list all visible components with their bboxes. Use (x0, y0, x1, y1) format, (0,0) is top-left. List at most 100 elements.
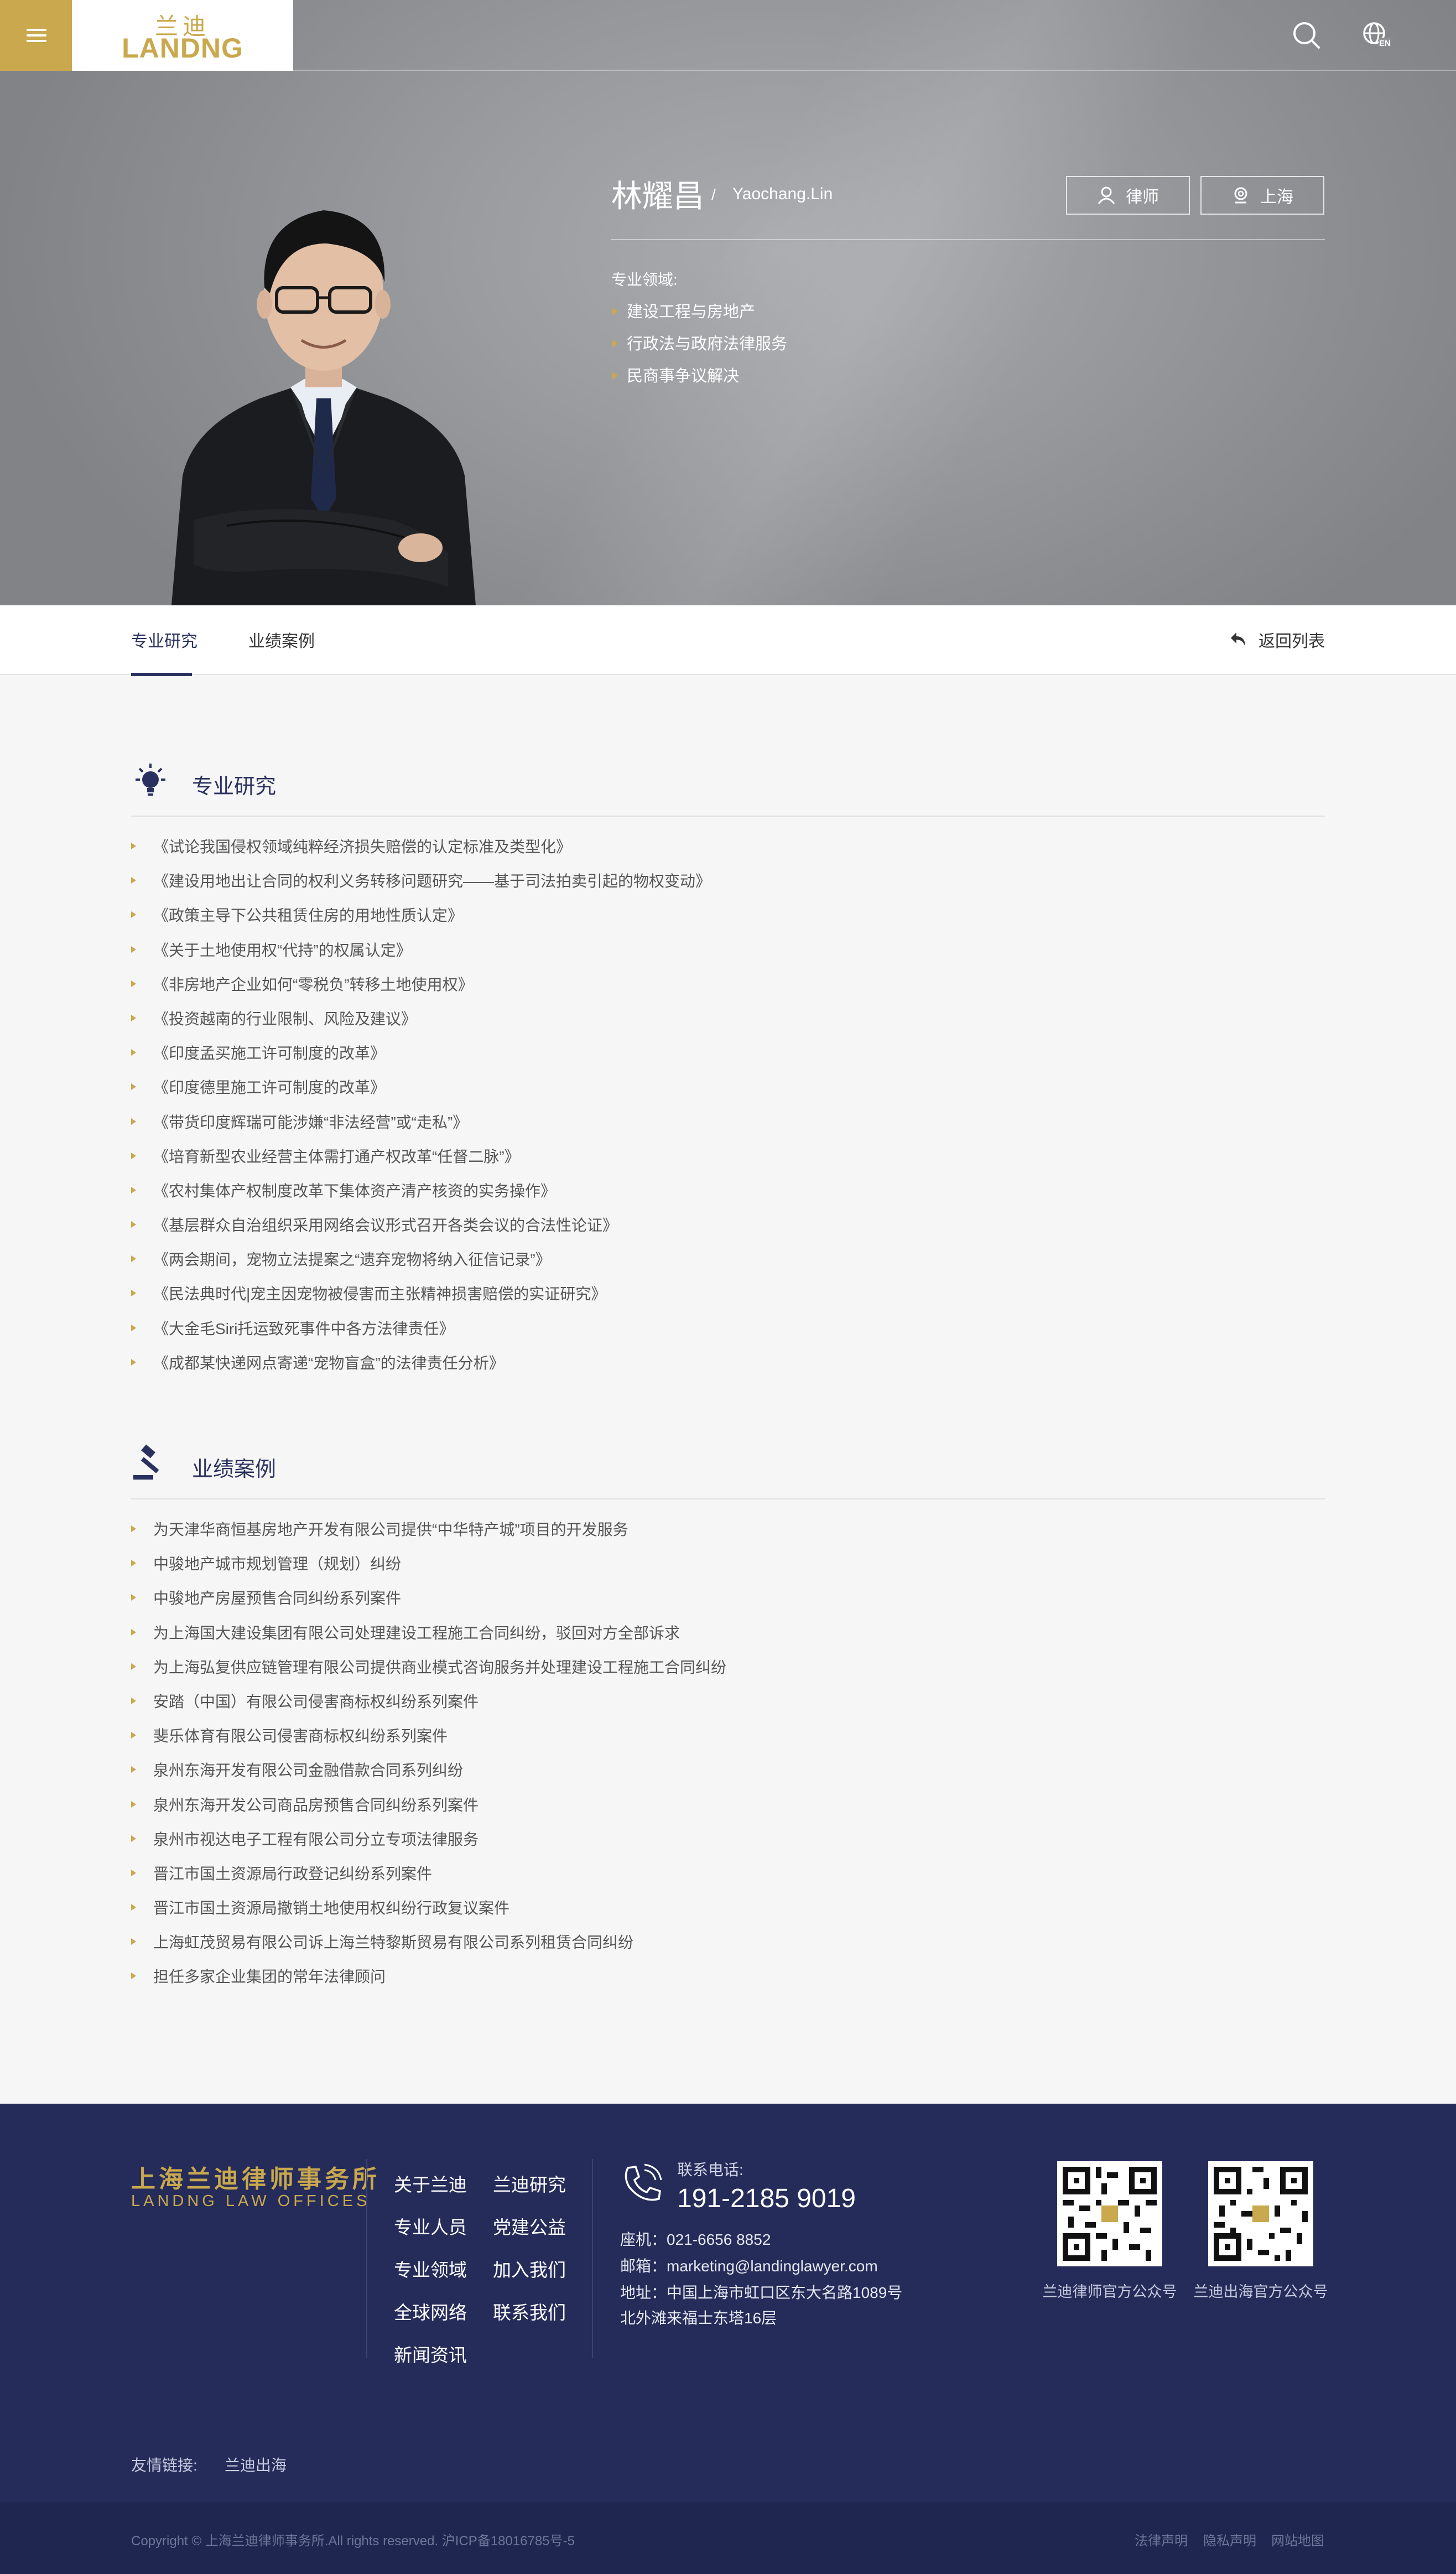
tab-cases[interactable]: 业绩案例 (248, 627, 315, 675)
footer-nav-col1: 关于兰迪 专业人员 专业领域 全球网络 新闻资讯 (394, 2163, 467, 2376)
research-item[interactable]: 《基层群众自治组织采用网络会议形式召开各类会议的合法性论证》 (131, 1215, 711, 1249)
lightbulb-icon (136, 764, 165, 796)
contact-landline: 座机：021-6656 8852 (620, 2231, 771, 2248)
logo-english: LANDNG (122, 33, 243, 64)
name-separator: / (711, 186, 716, 203)
case-item[interactable]: 为天津华商恒基房地产开发有限公司提供“中华特产城”项目的开发服务 (131, 1519, 726, 1554)
research-item[interactable]: 《印度孟买施工许可制度的改革》 (131, 1043, 711, 1077)
research-item[interactable]: 《印度德里施工许可制度的改革》 (131, 1077, 711, 1112)
friend-link-overseas[interactable]: 兰迪出海 (225, 2453, 287, 2476)
back-arrow-icon (1231, 632, 1245, 647)
footer-link-people[interactable]: 专业人员 (394, 2206, 467, 2249)
qr-label-overseas: 兰迪出海官方公众号 (1193, 2284, 1328, 2300)
top-navigation-bar: 兰迪 LANDNG EN (0, 0, 1456, 71)
footer-nav-col2: 兰迪研究 党建公益 加入我们 联系我们 (493, 2163, 566, 2334)
sitemap-link[interactable]: 网站地图 (1271, 2530, 1324, 2549)
cases-section-header: 业绩案例 (131, 1444, 1325, 1499)
copyright-bar: Copyright © 上海兰迪律师事务所.All rights reserve… (0, 2502, 1456, 2574)
footer-link-research[interactable]: 兰迪研究 (493, 2163, 566, 2206)
research-item[interactable]: 《两会期间，宠物立法提案之“遗弃宠物将纳入征信记录”》 (131, 1249, 711, 1284)
case-item[interactable]: 上海虹茂贸易有限公司诉上海兰特黎斯贸易有限公司系列租赁合同纠纷 (131, 1932, 726, 1966)
qr-label-official: 兰迪律师官方公众号 (1042, 2284, 1177, 2300)
case-item[interactable]: 为上海弘复供应链管理有限公司提供商业模式咨询服务并处理建设工程施工合同纠纷 (131, 1657, 726, 1691)
svg-text:EN: EN (1379, 39, 1391, 48)
search-icon[interactable] (1291, 20, 1322, 51)
footer-link-join[interactable]: 加入我们 (493, 2249, 566, 2291)
case-item[interactable]: 中骏地产城市规划管理（规划）纠纷 (131, 1554, 726, 1588)
hero-banner: 兰迪 LANDNG EN 林耀昌 / Yaochang.Lin 律师 上海 专业… (0, 0, 1456, 605)
research-item[interactable]: 《民法典时代|宠主因宠物被侵害而主张精神损害赔偿的实证研究》 (131, 1284, 711, 1318)
footer-divider (366, 2159, 367, 2358)
research-item[interactable]: 《试论我国侵权领域纯粹经济损失赔偿的认定标准及类型化》 (131, 837, 711, 871)
case-item[interactable]: 泉州市视达电子工程有限公司分立专项法律服务 (131, 1829, 726, 1864)
qr-code-overseas (1208, 2161, 1313, 2266)
contact-address-line2: 北外滩来福士东塔16层 (620, 2310, 777, 2327)
research-item[interactable]: 《成都某快递网点寄递“宠物盲盒”的法律责任分析》 (131, 1353, 711, 1387)
cases-section-title: 业绩案例 (192, 1458, 277, 1481)
footer-logo-english: LANDNG LAW OFFICES (131, 2192, 371, 2210)
research-item[interactable]: 《带货印度辉瑞可能涉嫌“非法经营”或“走私”》 (131, 1112, 711, 1146)
location-pin-icon (1234, 187, 1247, 204)
site-logo[interactable]: 兰迪 LANDNG (72, 0, 293, 71)
research-item[interactable]: 《投资越南的行业限制、风险及建议》 (131, 1009, 711, 1043)
person-icon (1098, 186, 1115, 204)
menu-button[interactable] (0, 0, 72, 71)
contact-email[interactable]: 邮箱：marketing@landinglawyer.com (620, 2254, 878, 2276)
footer-link-contact[interactable]: 联系我们 (493, 2291, 566, 2334)
contact-address-line1: 地址：中国上海市虹口区东大名路1089号 (620, 2284, 903, 2301)
research-item[interactable]: 《政策主导下公共租赁住房的用地性质认定》 (131, 905, 711, 940)
case-item[interactable]: 泉州东海开发有限公司金融借款合同系列纠纷 (131, 1760, 726, 1794)
role-tag-label: 律师 (1126, 188, 1159, 206)
footer-link-news[interactable]: 新闻资讯 (394, 2334, 467, 2376)
footer-logo-chinese: 上海兰迪律师事务所 (131, 2166, 380, 2193)
research-item[interactable]: 《培育新型农业经营主体需打通产权改革“任督二脉”》 (131, 1146, 711, 1181)
phone-icon (625, 2163, 662, 2201)
tab-research[interactable]: 专业研究 (131, 627, 197, 676)
cases-list: 为天津华商恒基房地产开发有限公司提供“中华特产城”项目的开发服务 中骏地产城市规… (131, 1519, 726, 2001)
qr-code-icon (1214, 2167, 1308, 2261)
site-footer: 上海兰迪律师事务所 LANDNG LAW OFFICES 关于兰迪 专业人员 专… (0, 2104, 1456, 2502)
practice-area-item: 民商事争议解决 (611, 365, 787, 397)
case-item[interactable]: 为上海国大建设集团有限公司处理建设工程施工合同纠纷，驳回对方全部诉求 (131, 1623, 726, 1657)
research-item[interactable]: 《建设用地出让合同的权利义务转移问题研究——基于司法拍卖引起的物权变动》 (131, 871, 711, 905)
qr-code-official (1057, 2161, 1162, 2266)
case-item[interactable]: 斐乐体育有限公司侵害商标权纠纷系列案件 (131, 1726, 726, 1760)
practice-area-item: 建设工程与房地产 (611, 301, 787, 333)
lawyer-name-english: Yaochang.Lin (732, 185, 833, 203)
legal-notice-link[interactable]: 法律声明 (1135, 2530, 1188, 2549)
footer-link-practice[interactable]: 专业领域 (394, 2249, 467, 2291)
case-item[interactable]: 安踏（中国）有限公司侵害商标权纠纷系列案件 (131, 1691, 726, 1726)
contact-phone-label: 联系电话: (677, 2161, 743, 2178)
footer-divider (592, 2159, 593, 2358)
qr-code-icon (1063, 2167, 1157, 2261)
footer-link-network[interactable]: 全球网络 (394, 2291, 467, 2334)
menu-icon-line (27, 34, 46, 37)
menu-icon-line (27, 29, 46, 31)
footer-link-about[interactable]: 关于兰迪 (394, 2163, 467, 2206)
case-item[interactable]: 中骏地产房屋预售合同纠纷系列案件 (131, 1588, 726, 1622)
case-item[interactable]: 泉州东海开发公司商品房预售合同纠纷系列案件 (131, 1795, 726, 1829)
practice-area-item: 行政法与政府法律服务 (611, 333, 787, 365)
privacy-link[interactable]: 隐私声明 (1203, 2530, 1256, 2549)
research-section-title: 专业研究 (192, 775, 277, 798)
gavel-icon (133, 1444, 159, 1480)
back-to-list-label: 返回列表 (1259, 632, 1325, 651)
research-item[interactable]: 《关于土地使用权“代持”的权属认定》 (131, 940, 711, 974)
footer-link-public-welfare[interactable]: 党建公益 (493, 2206, 566, 2249)
contact-phone-number[interactable]: 191-2185 9019 (677, 2183, 856, 2214)
copyright-text: Copyright © 上海兰迪律师事务所.All rights reserve… (131, 2534, 575, 2549)
language-globe-icon[interactable]: EN (1361, 20, 1392, 51)
case-item[interactable]: 晋江市国土资源局撤销土地使用权纠纷行政复议案件 (131, 1898, 726, 1932)
research-item[interactable]: 《大金毛Siri托运致死事件中各方法律责任》 (131, 1319, 711, 1353)
back-to-list-button[interactable]: 返回列表 (1229, 627, 1325, 652)
city-tag-button[interactable]: 上海 (1200, 176, 1324, 215)
research-list: 《试论我国侵权领域纯粹经济损失赔偿的认定标准及类型化》 《建设用地出让合同的权利… (131, 837, 711, 1387)
lawyer-name: 林耀昌 (611, 179, 704, 214)
research-section-header: 专业研究 (131, 761, 1325, 817)
research-item[interactable]: 《非房地产企业如何“零税负”转移土地使用权》 (131, 974, 711, 1009)
role-tag-button[interactable]: 律师 (1066, 176, 1190, 215)
case-item[interactable]: 担任多家企业集团的常年法律顾问 (131, 1966, 726, 2001)
practice-areas-list: 建设工程与房地产 行政法与政府法律服务 民商事争议解决 (611, 301, 787, 397)
research-item[interactable]: 《农村集体产权制度改革下集体资产清产核资的实务操作》 (131, 1181, 711, 1215)
case-item[interactable]: 晋江市国土资源局行政登记纠纷系列案件 (131, 1864, 726, 1898)
